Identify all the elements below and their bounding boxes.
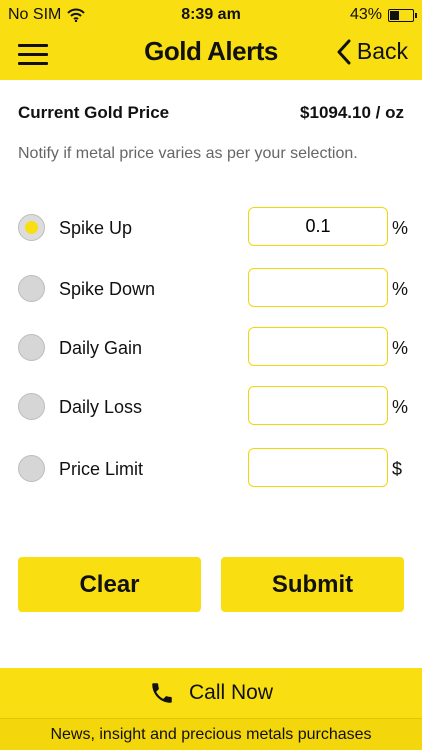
option-daily-gain: Daily Gain %	[0, 327, 422, 369]
back-button[interactable]: Back	[337, 38, 408, 65]
radio-price-limit[interactable]	[18, 455, 45, 482]
price-limit-input[interactable]	[248, 448, 388, 487]
nav-bar: Gold Alerts Back	[0, 30, 422, 80]
radio-spike-down[interactable]	[18, 275, 45, 302]
option-spike-down: Spike Down %	[0, 268, 422, 310]
option-label: Price Limit	[59, 459, 144, 479]
unit-label: %	[392, 397, 409, 417]
option-price-limit: Price Limit $	[0, 448, 422, 490]
option-daily-loss: Daily Loss %	[0, 386, 422, 428]
back-label: Back	[356, 38, 408, 64]
daily-loss-input[interactable]	[248, 386, 388, 425]
footer-tagline: News, insight and precious metals purcha…	[0, 718, 422, 750]
option-label: Daily Gain	[59, 338, 143, 358]
unit-label: %	[392, 338, 409, 358]
radio-daily-gain[interactable]	[18, 334, 45, 361]
chevron-left-icon	[337, 39, 351, 64]
option-spike-up: Spike Up %	[0, 207, 422, 249]
battery-icon	[388, 8, 417, 22]
submit-button[interactable]: Submit	[221, 557, 404, 612]
call-now-label: Call Now	[188, 681, 274, 704]
spike-up-input[interactable]	[248, 207, 388, 246]
unit-label: %	[392, 279, 409, 299]
notify-text: Notify if metal price varies as per your…	[18, 145, 358, 162]
call-now-button[interactable]: Call Now	[0, 668, 422, 718]
price-value: $1094.10 / oz	[300, 103, 404, 122]
unit-label: $	[392, 459, 403, 479]
option-label: Spike Up	[59, 218, 133, 238]
status-bar: No SIM 8:39 am 43%	[0, 0, 422, 30]
daily-gain-input[interactable]	[248, 327, 388, 366]
option-label: Spike Down	[59, 279, 156, 299]
clear-button[interactable]: Clear	[18, 557, 201, 612]
current-price-row: Current Gold Price $1094.10 / oz	[18, 103, 404, 123]
option-label: Daily Loss	[59, 397, 143, 417]
phone-icon	[152, 683, 172, 703]
spike-down-input[interactable]	[248, 268, 388, 307]
price-label: Current Gold Price	[18, 103, 170, 122]
battery-percent: 43%	[349, 6, 382, 23]
battery-fill	[390, 10, 400, 20]
battery-group: 43%	[349, 6, 417, 24]
unit-label: %	[392, 218, 409, 238]
radio-daily-loss[interactable]	[18, 393, 45, 420]
radio-spike-up[interactable]	[18, 214, 45, 241]
